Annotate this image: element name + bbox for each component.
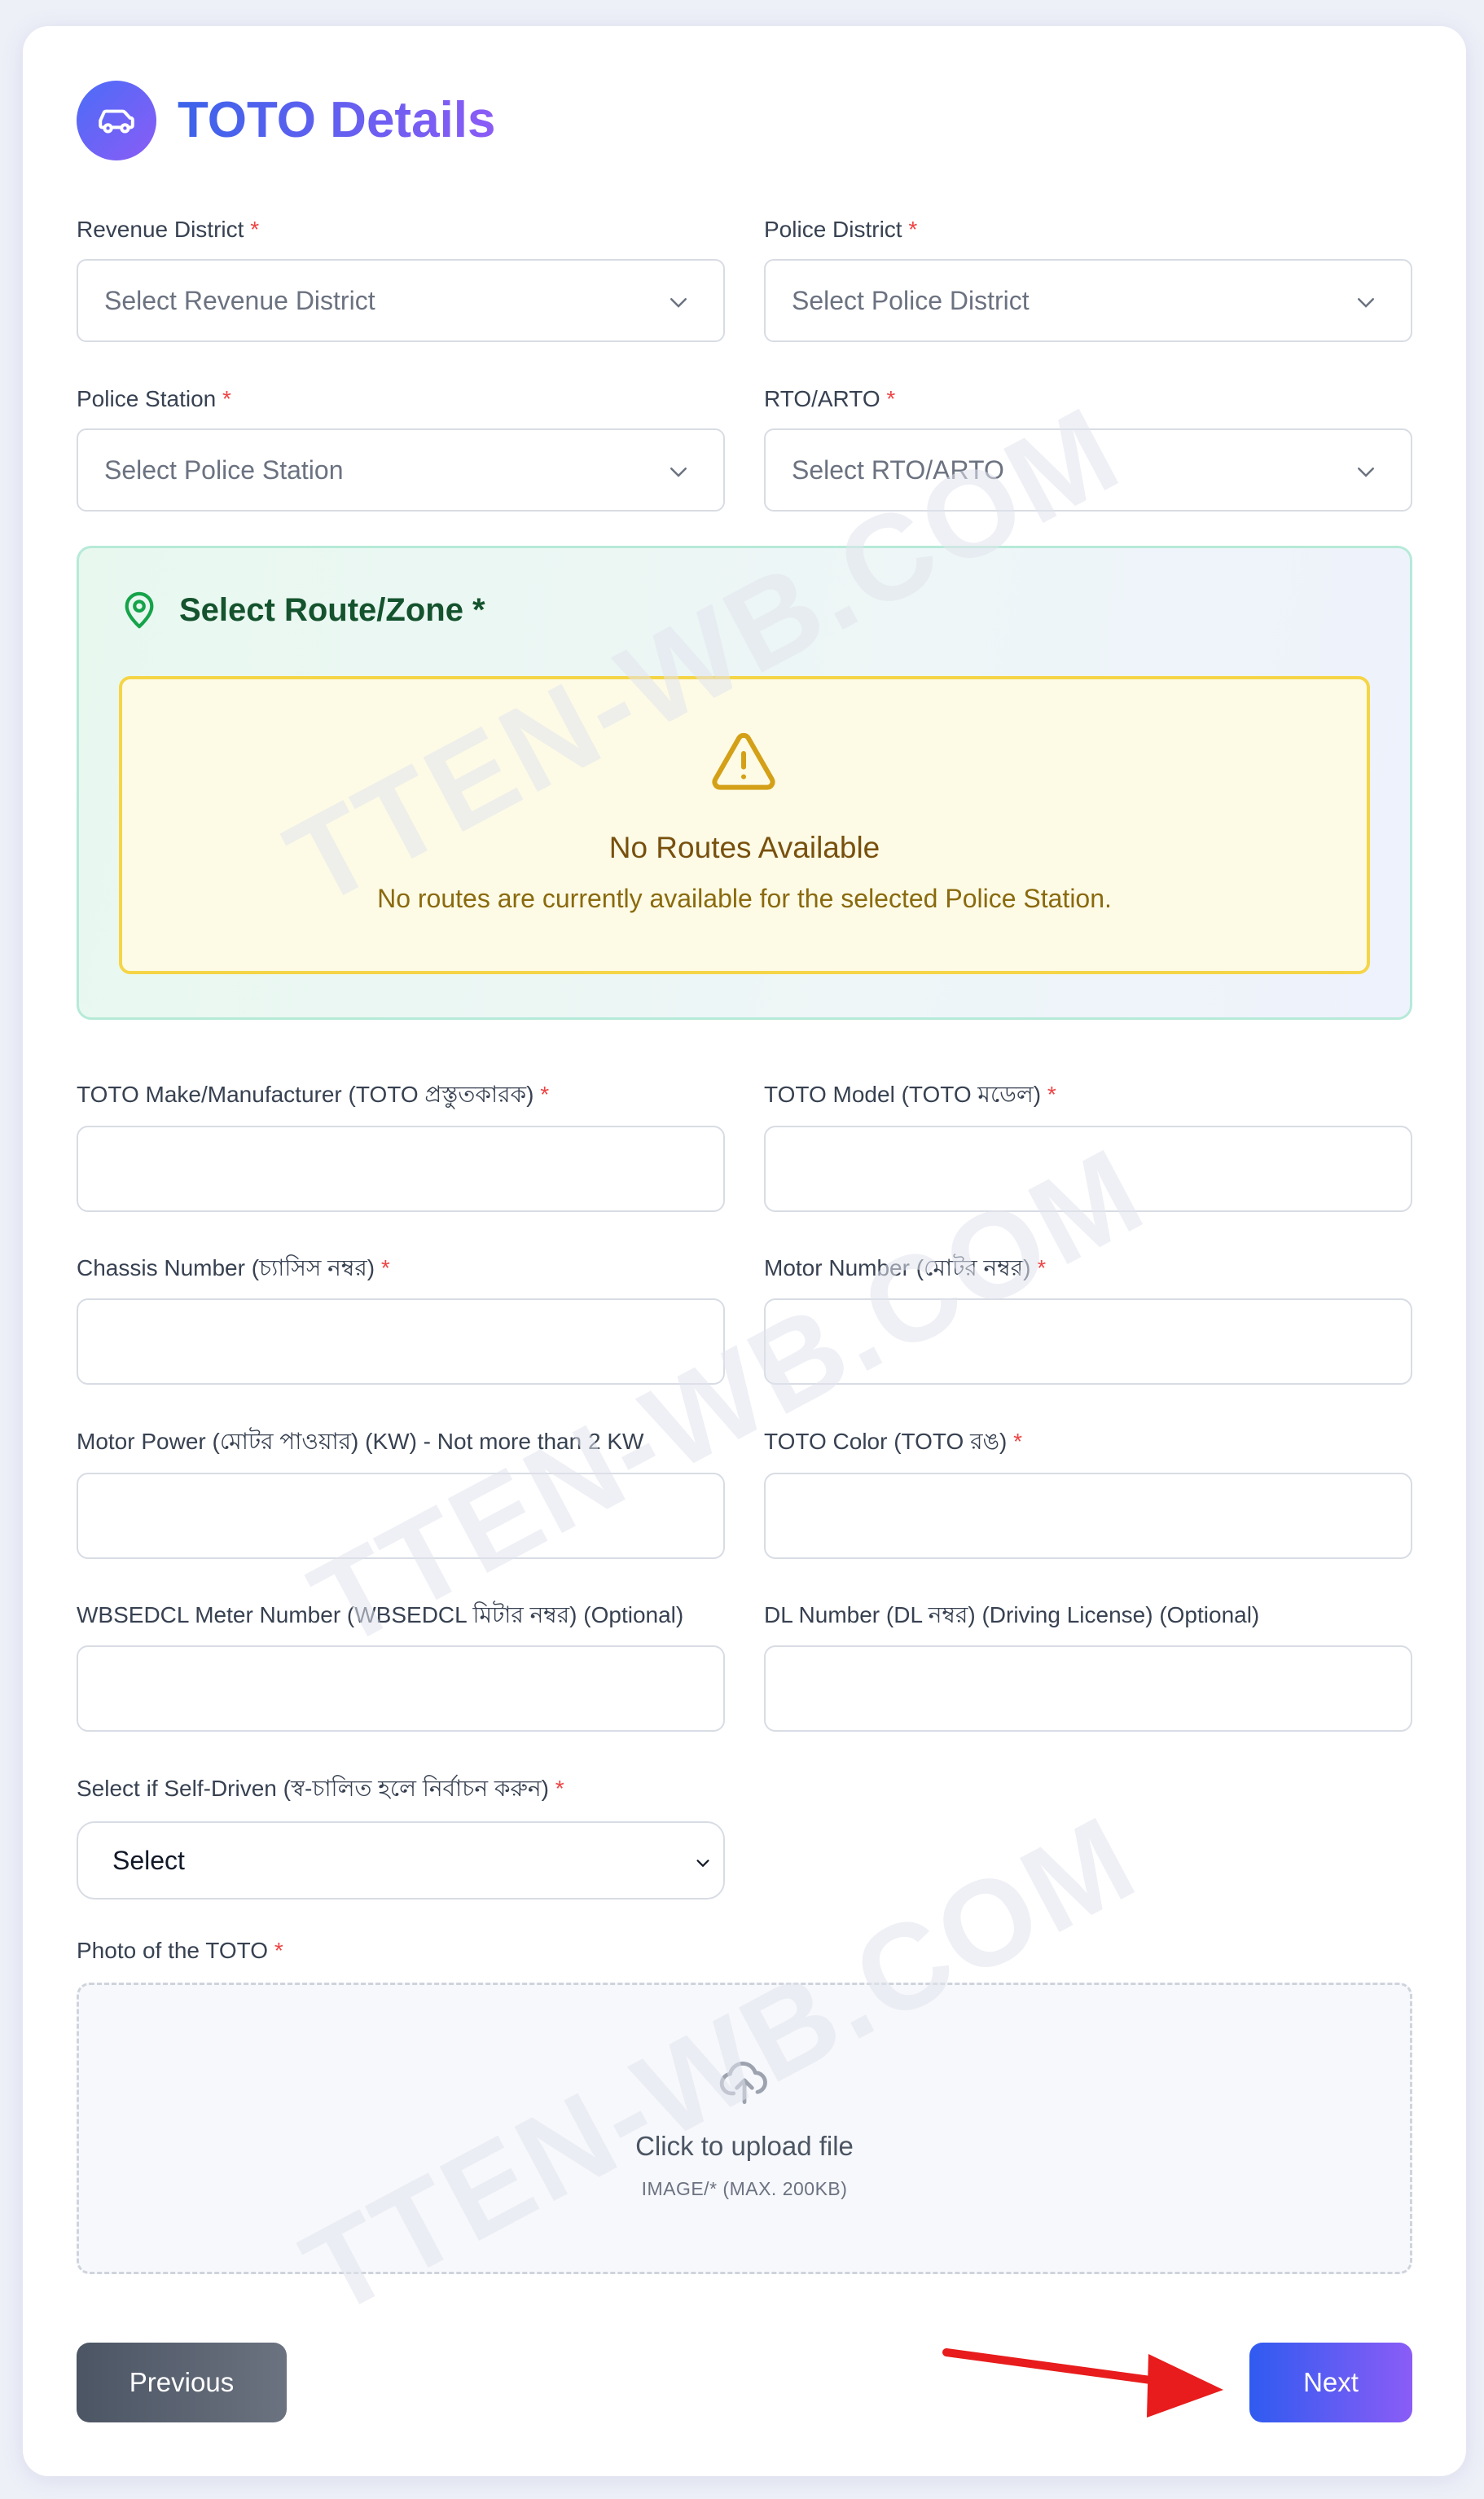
- upload-hint: IMAGE/* (MAX. 200KB): [641, 2178, 848, 2199]
- meter-number-label: WBSEDCL Meter Number (WBSEDCL মিটার নম্ব…: [77, 1602, 684, 1627]
- model-input[interactable]: [764, 1126, 1412, 1212]
- motor-power-input[interactable]: [77, 1473, 725, 1559]
- make-input[interactable]: [77, 1126, 725, 1212]
- self-driven-select[interactable]: Select: [77, 1821, 725, 1900]
- upload-prompt: Click to upload file: [635, 2131, 854, 2161]
- police-district-select[interactable]: Select Police District: [764, 259, 1412, 342]
- warning-icon: [712, 732, 775, 790]
- no-routes-alert: [119, 676, 1370, 974]
- police-station-select[interactable]: Select Police Station: [77, 428, 725, 512]
- rto-arto-select[interactable]: Select RTO/ARTO: [764, 428, 1412, 512]
- police-station-placeholder: Select Police Station: [104, 455, 344, 485]
- police-station-label: Police Station *: [77, 386, 231, 411]
- revenue-district-placeholder: Select Revenue District: [104, 285, 375, 315]
- motor-number-label: Motor Number (মোটর নম্বর) *: [764, 1255, 1047, 1280]
- cloud-upload-icon: [719, 2062, 767, 2105]
- chevron-down-icon: [1358, 468, 1374, 477]
- red-arrow-annotation: [942, 2348, 1223, 2418]
- rto-arto-placeholder: Select RTO/ARTO: [792, 455, 1004, 485]
- chevron-down-icon: [1358, 298, 1374, 308]
- chevron-down-icon: [670, 298, 687, 308]
- next-button[interactable]: Next: [1249, 2343, 1412, 2422]
- route-zone-title: Select Route/Zone *: [179, 592, 485, 628]
- section-header: TOTO Details: [77, 80, 496, 161]
- chevron-down-icon: [696, 1860, 709, 1868]
- chevron-down-icon: [670, 468, 687, 477]
- dl-number-label: DL Number (DL নম্বর) (Driving License) (…: [764, 1602, 1260, 1627]
- revenue-district-label: Revenue District *: [77, 217, 260, 242]
- photo-label: Photo of the TOTO *: [77, 1938, 283, 1963]
- meter-number-input[interactable]: [77, 1645, 725, 1732]
- no-routes-message: No routes are currently available for th…: [377, 884, 1112, 913]
- motor-power-label: Motor Power (মোটর পাওয়ার) (KW) - Not mo…: [77, 1429, 644, 1454]
- map-pin-icon: [125, 591, 154, 629]
- revenue-district-select[interactable]: Select Revenue District: [77, 259, 725, 342]
- police-district-label: Police District *: [764, 217, 918, 242]
- page-title: TOTO Details: [178, 92, 496, 148]
- model-label: TOTO Model (TOTO মডেল) *: [764, 1082, 1056, 1107]
- self-driven-label: Select if Self-Driven (স্ব-চালিত হলে নির…: [77, 1776, 564, 1801]
- car-icon: [77, 81, 156, 160]
- color-input[interactable]: [764, 1473, 1412, 1559]
- police-district-placeholder: Select Police District: [792, 285, 1030, 315]
- rto-arto-label: RTO/ARTO *: [764, 386, 896, 411]
- previous-button[interactable]: Previous: [77, 2343, 287, 2422]
- color-label: TOTO Color (TOTO রঙ) *: [764, 1429, 1023, 1454]
- chassis-input[interactable]: [77, 1298, 725, 1385]
- chassis-label: Chassis Number (চ্যাসিস নম্বর) *: [77, 1255, 390, 1280]
- motor-number-input[interactable]: [764, 1298, 1412, 1385]
- photo-upload-dropzone[interactable]: [77, 1983, 1412, 2274]
- self-driven-selected-value: Select: [112, 1845, 185, 1875]
- no-routes-title: No Routes Available: [608, 831, 880, 864]
- dl-number-input[interactable]: [764, 1645, 1412, 1732]
- make-label: TOTO Make/Manufacturer (TOTO প্রস্তুতকার…: [77, 1082, 550, 1107]
